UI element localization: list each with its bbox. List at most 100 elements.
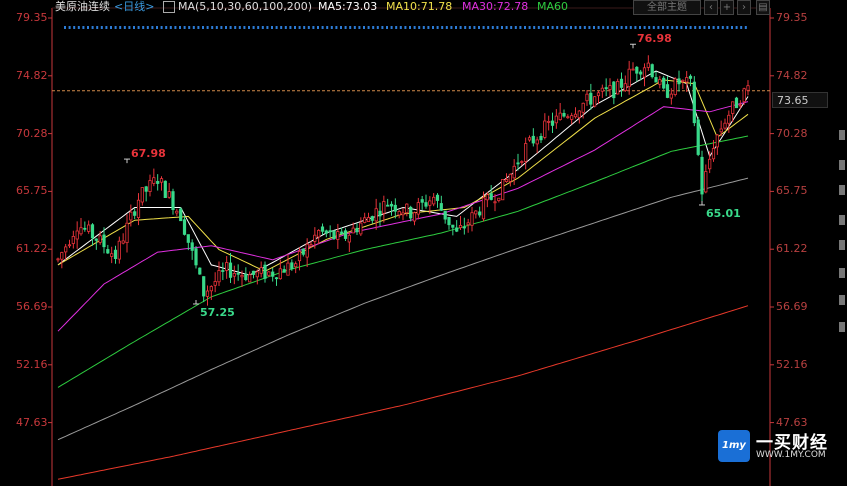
candle-down xyxy=(340,231,344,235)
signal-dot xyxy=(528,26,531,29)
signal-dot xyxy=(721,26,724,29)
candle-up xyxy=(286,262,290,276)
candle-down xyxy=(516,162,520,165)
candle-up xyxy=(416,202,420,215)
extreme-label-low_1: 57.25 xyxy=(200,306,235,319)
signal-dot xyxy=(234,26,237,29)
signal-dot xyxy=(537,26,540,29)
candle-down xyxy=(635,66,639,74)
ma-line-ma5 xyxy=(57,70,749,276)
candle-down xyxy=(562,113,566,117)
ma5-value: MA5:73.03 xyxy=(318,0,378,13)
candle-up xyxy=(715,134,719,148)
signal-dot xyxy=(192,26,195,29)
candle-down xyxy=(355,227,359,233)
candle-up xyxy=(577,110,581,118)
signal-dot xyxy=(165,26,168,29)
candle-down xyxy=(650,64,654,78)
signal-dot xyxy=(556,26,559,29)
candle-up xyxy=(297,250,302,262)
chart-tool-button-1[interactable]: ‹ xyxy=(704,0,718,15)
candle-up xyxy=(125,222,129,243)
candle-up xyxy=(508,173,512,182)
candle-up xyxy=(566,116,570,119)
signal-dot xyxy=(501,26,503,29)
signal-dot xyxy=(698,26,701,29)
candle-up xyxy=(520,161,524,163)
candle-up xyxy=(351,227,355,234)
signal-dot xyxy=(390,26,393,29)
candle-down xyxy=(182,219,187,235)
signal-dot xyxy=(597,26,600,29)
candle-down xyxy=(531,135,535,144)
signal-dot xyxy=(243,26,246,29)
candle-up xyxy=(121,240,125,244)
candle-up xyxy=(708,158,712,170)
signal-dot xyxy=(179,26,181,29)
signal-dot xyxy=(119,26,122,29)
y-tick-label-right: 56.69 xyxy=(776,300,808,313)
signal-dot xyxy=(114,26,117,29)
candle-up xyxy=(746,85,750,91)
signal-dot xyxy=(261,26,264,29)
candle-up xyxy=(681,79,685,82)
candle-up xyxy=(646,62,650,68)
signal-dot xyxy=(372,26,375,29)
candle-down xyxy=(692,81,696,124)
signal-dot xyxy=(289,26,292,29)
candle-up xyxy=(225,262,229,271)
candlestick-chart: 67.98 57.25 76.98 65.01 xyxy=(48,7,774,486)
candle-up xyxy=(738,104,742,107)
ma-indicator-label[interactable]: MA(5,10,30,60,100,200) xyxy=(178,0,312,14)
all-topics-button[interactable]: 全部主题 xyxy=(633,0,701,15)
signal-dot xyxy=(717,26,720,29)
candle-up xyxy=(466,222,470,226)
signal-dot xyxy=(744,26,747,29)
signal-dot xyxy=(197,26,200,29)
y-tick-label-left: 47.63 xyxy=(16,415,48,429)
candle-down xyxy=(106,249,110,254)
signal-dot xyxy=(643,26,646,29)
signal-dot xyxy=(399,26,402,29)
chart-tool-button-3[interactable]: › xyxy=(737,0,751,15)
candle-up xyxy=(232,272,236,277)
candle-down xyxy=(324,230,328,234)
candle-up xyxy=(616,81,620,95)
candle-up xyxy=(75,230,79,240)
signal-dot xyxy=(358,26,361,29)
candle-up xyxy=(336,231,340,240)
signal-dot xyxy=(680,26,683,29)
candle-up xyxy=(152,177,156,184)
chart-tool-button-2[interactable]: + xyxy=(720,0,734,15)
y-tick-label-left: 65.75 xyxy=(16,184,48,198)
candle-down xyxy=(244,273,248,281)
signal-dot xyxy=(220,26,223,29)
candle-up xyxy=(504,179,509,182)
candle-up xyxy=(397,210,401,216)
candle-down xyxy=(604,87,608,90)
last-price-tag: 73.65 xyxy=(772,92,828,108)
candle-up xyxy=(623,83,627,91)
signal-dot xyxy=(307,26,310,29)
signal-dot xyxy=(712,26,715,29)
signal-dot xyxy=(629,26,632,29)
candle-up xyxy=(71,235,75,244)
extreme-label-high_2: 76.98 xyxy=(637,32,672,45)
candle-up xyxy=(600,87,604,92)
chart-tool-button-4[interactable]: ▤ xyxy=(756,0,770,15)
candle-up xyxy=(359,222,363,235)
candle-down xyxy=(370,216,374,221)
signal-dot xyxy=(330,26,333,29)
period-selector[interactable]: <日线> xyxy=(114,0,154,14)
signal-dot xyxy=(418,26,421,29)
signal-dot xyxy=(413,26,416,29)
indicator-toggle-icon[interactable] xyxy=(163,1,175,13)
candle-up xyxy=(704,171,708,193)
candle-up xyxy=(317,229,321,238)
candle-down xyxy=(301,248,305,255)
candle-up xyxy=(527,137,532,141)
signal-dot xyxy=(64,26,66,29)
signal-dot xyxy=(464,26,467,29)
instrument-title[interactable]: 美原油连续 xyxy=(55,0,110,14)
signal-dot xyxy=(174,26,177,29)
